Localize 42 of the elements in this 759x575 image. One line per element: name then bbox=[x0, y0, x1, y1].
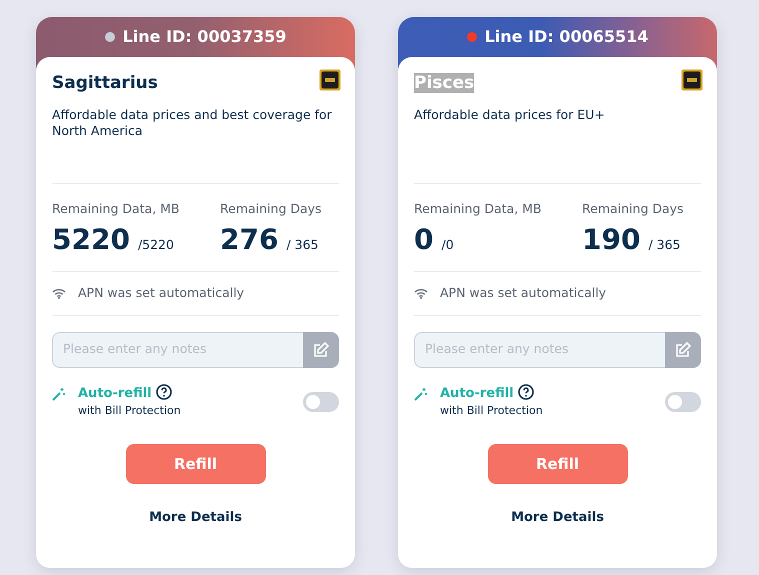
edit-button[interactable] bbox=[665, 332, 701, 368]
plan-name: Sagittarius bbox=[52, 73, 158, 93]
plan-name: Pisces bbox=[414, 73, 474, 93]
stat-total: /5220 bbox=[138, 236, 174, 254]
line-id: Line ID: 00065514 bbox=[484, 26, 648, 48]
magic-wand-icon bbox=[414, 386, 428, 401]
line-id: Line ID: 00037359 bbox=[122, 26, 286, 48]
help-icon[interactable] bbox=[518, 384, 534, 400]
more-details-link[interactable]: More Details bbox=[149, 508, 242, 528]
wifi-icon bbox=[52, 288, 66, 299]
more-details-link[interactable]: More Details bbox=[511, 508, 604, 528]
edit-icon bbox=[674, 340, 692, 359]
auto-refill-label: Auto-refill bbox=[440, 384, 514, 403]
stat-value: 190 bbox=[582, 226, 640, 254]
stat-total: / 365 bbox=[648, 236, 680, 254]
wifi-icon bbox=[414, 288, 428, 299]
auto-refill-subtitle: with Bill Protection bbox=[440, 403, 544, 420]
notes-field[interactable]: Please enter any notes bbox=[414, 332, 665, 368]
edit-icon bbox=[312, 340, 330, 359]
auto-refill-label: Auto-refill bbox=[78, 384, 152, 403]
help-icon[interactable] bbox=[156, 384, 172, 400]
chip-icon bbox=[681, 69, 703, 91]
plan-description: Affordable data prices and best coverage for North America bbox=[52, 106, 333, 140]
edit-button[interactable] bbox=[303, 332, 339, 368]
stat-total: / 365 bbox=[286, 236, 318, 254]
stat-value: 0 bbox=[414, 226, 434, 254]
apn-status: APN was set automatically bbox=[78, 284, 244, 302]
plan-description: Affordable data prices for EU+ bbox=[414, 106, 606, 124]
stat-value: 5220 bbox=[52, 226, 130, 254]
chip-icon bbox=[319, 69, 341, 91]
stat-total: /0 bbox=[441, 236, 454, 254]
auto-refill-subtitle: with Bill Protection bbox=[78, 403, 182, 420]
stat-label: Remaining Days bbox=[582, 200, 684, 218]
stat-label: Remaining Data, MB bbox=[414, 200, 543, 218]
stat-label: Remaining Days bbox=[220, 200, 322, 218]
apn-status: APN was set automatically bbox=[440, 284, 606, 302]
magic-wand-icon bbox=[52, 386, 66, 401]
notes-field[interactable]: Please enter any notes bbox=[52, 332, 303, 368]
auto-refill-toggle[interactable] bbox=[303, 392, 339, 412]
stat-label: Remaining Data, MB bbox=[52, 200, 181, 218]
auto-refill-toggle[interactable] bbox=[665, 392, 701, 412]
stat-value: 276 bbox=[220, 226, 278, 254]
